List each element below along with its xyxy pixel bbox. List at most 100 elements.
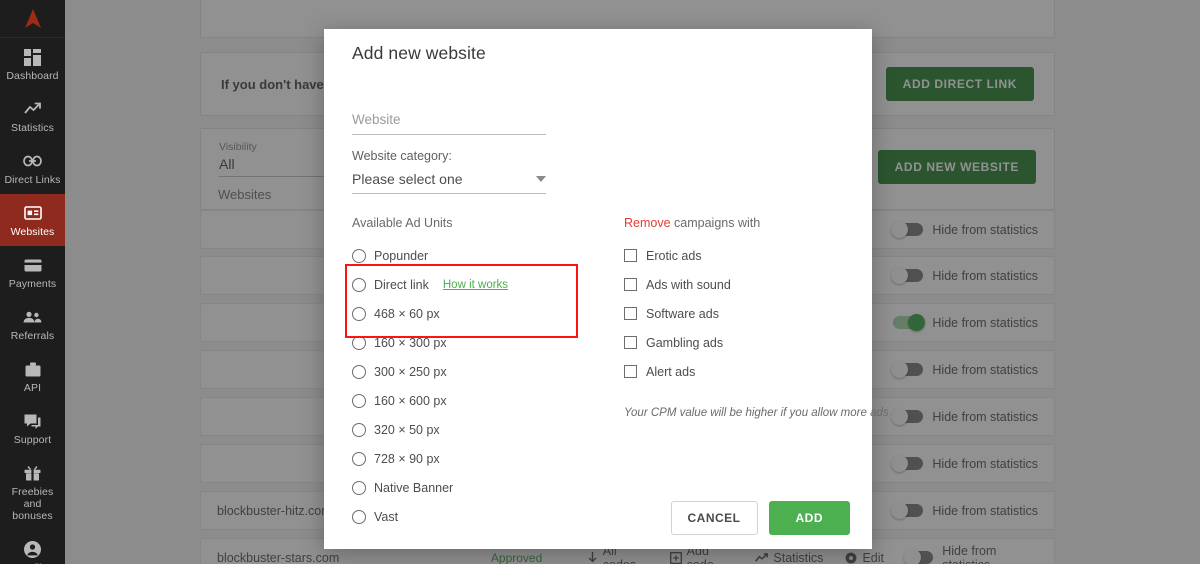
sidebar-item-label: Statistics (11, 122, 54, 134)
ad-unit-label: 728 × 90 px (374, 452, 440, 466)
sidebar-item-label: Support (14, 434, 51, 446)
checkbox-icon[interactable] (624, 365, 637, 378)
sidebar: Dashboard Statistics Direct Links Websites P… (0, 0, 65, 564)
sidebar-item-label: API (24, 382, 41, 394)
remove-option-alert-ads[interactable]: Alert ads (624, 357, 737, 386)
radio-icon[interactable] (352, 394, 366, 408)
radio-icon[interactable] (352, 452, 366, 466)
ad-unit-label: 300 × 250 px (374, 365, 447, 379)
publisher-logo-icon (22, 7, 44, 31)
ad-unit-label: 320 × 50 px (374, 423, 440, 437)
website-category-label: Website category: (352, 149, 856, 163)
ad-units-label: Available Ad Units (352, 216, 620, 230)
remove-option-label: Gambling ads (646, 336, 723, 350)
ad-unit-option-social-bar[interactable]: Social BarWhat is Social Bar? (352, 560, 512, 564)
remove-option-label: Erotic ads (646, 249, 702, 263)
sidebar-nav-list: Dashboard Statistics Direct Links Websites P… (0, 38, 65, 564)
remove-option-label: Alert ads (646, 365, 695, 379)
radio-icon[interactable] (352, 423, 366, 437)
ad-unit-label: Native Banner (374, 481, 453, 495)
remove-option-ads-with-sound[interactable]: Ads with sound (624, 270, 744, 299)
radio-icon[interactable] (352, 510, 366, 524)
radio-icon[interactable] (352, 365, 366, 379)
app-root: Dashboard Statistics Direct Links Websites P… (0, 0, 1200, 564)
remove-option-software-ads[interactable]: Software ads (624, 299, 737, 328)
checkbox-icon[interactable] (624, 307, 637, 320)
ad-units-column: Available Ad Units Popunder Direct link Ho… (338, 216, 620, 564)
sidebar-item-freebies-and-bonuses[interactable]: Freebies and bonuses (0, 454, 65, 530)
radio-icon[interactable] (352, 307, 366, 321)
logo[interactable] (0, 0, 65, 38)
browser-icon (24, 203, 42, 223)
sidebar-item-label: Websites (11, 226, 55, 238)
person-icon (24, 539, 41, 559)
website-category-value: Please select one (352, 171, 463, 187)
ad-unit-label: 160 × 600 px (374, 394, 447, 408)
ad-unit-option-320-50-px[interactable]: 320 × 50 px (352, 415, 476, 444)
remove-option-erotic-ads[interactable]: Erotic ads (624, 241, 737, 270)
ad-unit-option-vast[interactable]: Vast (352, 502, 512, 531)
sidebar-item-profile[interactable]: Profile (0, 530, 65, 564)
dialog-title: Add new website (338, 29, 856, 64)
sidebar-item-payments[interactable]: Payments (0, 246, 65, 298)
ad-unit-option-728-90-px[interactable]: 728 × 90 px (352, 444, 512, 473)
sidebar-item-label: Dashboard (6, 70, 58, 82)
cancel-button[interactable]: CANCEL (671, 501, 758, 535)
sidebar-item-api[interactable]: API (0, 350, 65, 402)
website-category-select[interactable]: Please select one (352, 171, 546, 194)
ad-unit-option-empty (352, 531, 476, 560)
sidebar-item-label: Referrals (11, 330, 55, 342)
sidebar-item-statistics[interactable]: Statistics (0, 90, 65, 142)
remove-rest-text: campaigns with (671, 216, 761, 230)
sidebar-item-direct-links[interactable]: Direct Links (0, 142, 65, 194)
chat-icon (24, 411, 41, 431)
radio-icon[interactable] (352, 249, 366, 263)
gift-icon (24, 463, 41, 483)
briefcase-icon (25, 359, 41, 379)
ad-unit-option-160-600-px[interactable]: 160 × 600 px (352, 386, 512, 415)
people-icon (23, 307, 42, 327)
sidebar-item-websites[interactable]: Websites (0, 194, 65, 246)
dialog-actions: CANCEL ADD (671, 501, 851, 535)
remove-accent-word: Remove (624, 216, 671, 230)
cpm-note: Your CPM value will be higher if you all… (624, 407, 856, 419)
ad-unit-label: Direct link (374, 278, 429, 292)
card-icon (24, 255, 42, 275)
ad-unit-option-direct-link[interactable]: Direct link How it works (352, 270, 512, 299)
add-button[interactable]: ADD (769, 501, 851, 535)
ad-unit-label: 160 × 300 px (374, 336, 447, 350)
sidebar-item-support[interactable]: Support (0, 402, 65, 454)
remove-option-label: Ads with sound (646, 278, 731, 292)
sidebar-item-label: Payments (9, 278, 57, 290)
ad-unit-option-popunder[interactable]: Popunder (352, 241, 476, 270)
sidebar-item-label: Freebies and bonuses (2, 486, 63, 522)
ad-unit-option-300-250-px[interactable]: 300 × 250 px (352, 357, 476, 386)
radio-icon[interactable] (352, 278, 366, 292)
sidebar-item-label: Direct Links (4, 174, 60, 186)
checkbox-icon[interactable] (624, 278, 637, 291)
remove-campaigns-label: Remove campaigns with (624, 216, 856, 230)
link-icon (23, 151, 42, 171)
checkbox-icon[interactable] (624, 249, 637, 262)
ad-unit-option-160-300-px[interactable]: 160 × 300 px (352, 328, 512, 357)
remove-option-gambling-ads[interactable]: Gambling ads (624, 328, 744, 357)
ad-unit-option-native-banner[interactable]: Native Banner (352, 473, 476, 502)
ad-unit-label: Popunder (374, 249, 428, 263)
remove-option-label: Software ads (646, 307, 719, 321)
remove-options-grid: Erotic ads Ads with sound Software ads Gamb… (624, 241, 856, 386)
ad-unit-label: Vast (374, 510, 398, 524)
radio-icon[interactable] (352, 481, 366, 495)
checkbox-icon[interactable] (624, 336, 637, 349)
trend-up-icon (24, 99, 42, 119)
ad-unit-help-link[interactable]: How it works (443, 279, 508, 291)
website-field[interactable] (352, 111, 546, 135)
radio-icon[interactable] (352, 336, 366, 350)
ad-units-grid: Popunder Direct link How it works 468 × 60 … (352, 241, 620, 564)
sidebar-item-dashboard[interactable]: Dashboard (0, 38, 65, 90)
website-input[interactable] (352, 112, 546, 127)
dashboard-icon (24, 47, 41, 67)
sidebar-item-referrals[interactable]: Referrals (0, 298, 65, 350)
add-new-website-dialog: Add new website Website category: Please… (324, 29, 872, 549)
ad-unit-label: 468 × 60 px (374, 307, 440, 321)
ad-unit-option-468-60-px[interactable]: 468 × 60 px (352, 299, 476, 328)
